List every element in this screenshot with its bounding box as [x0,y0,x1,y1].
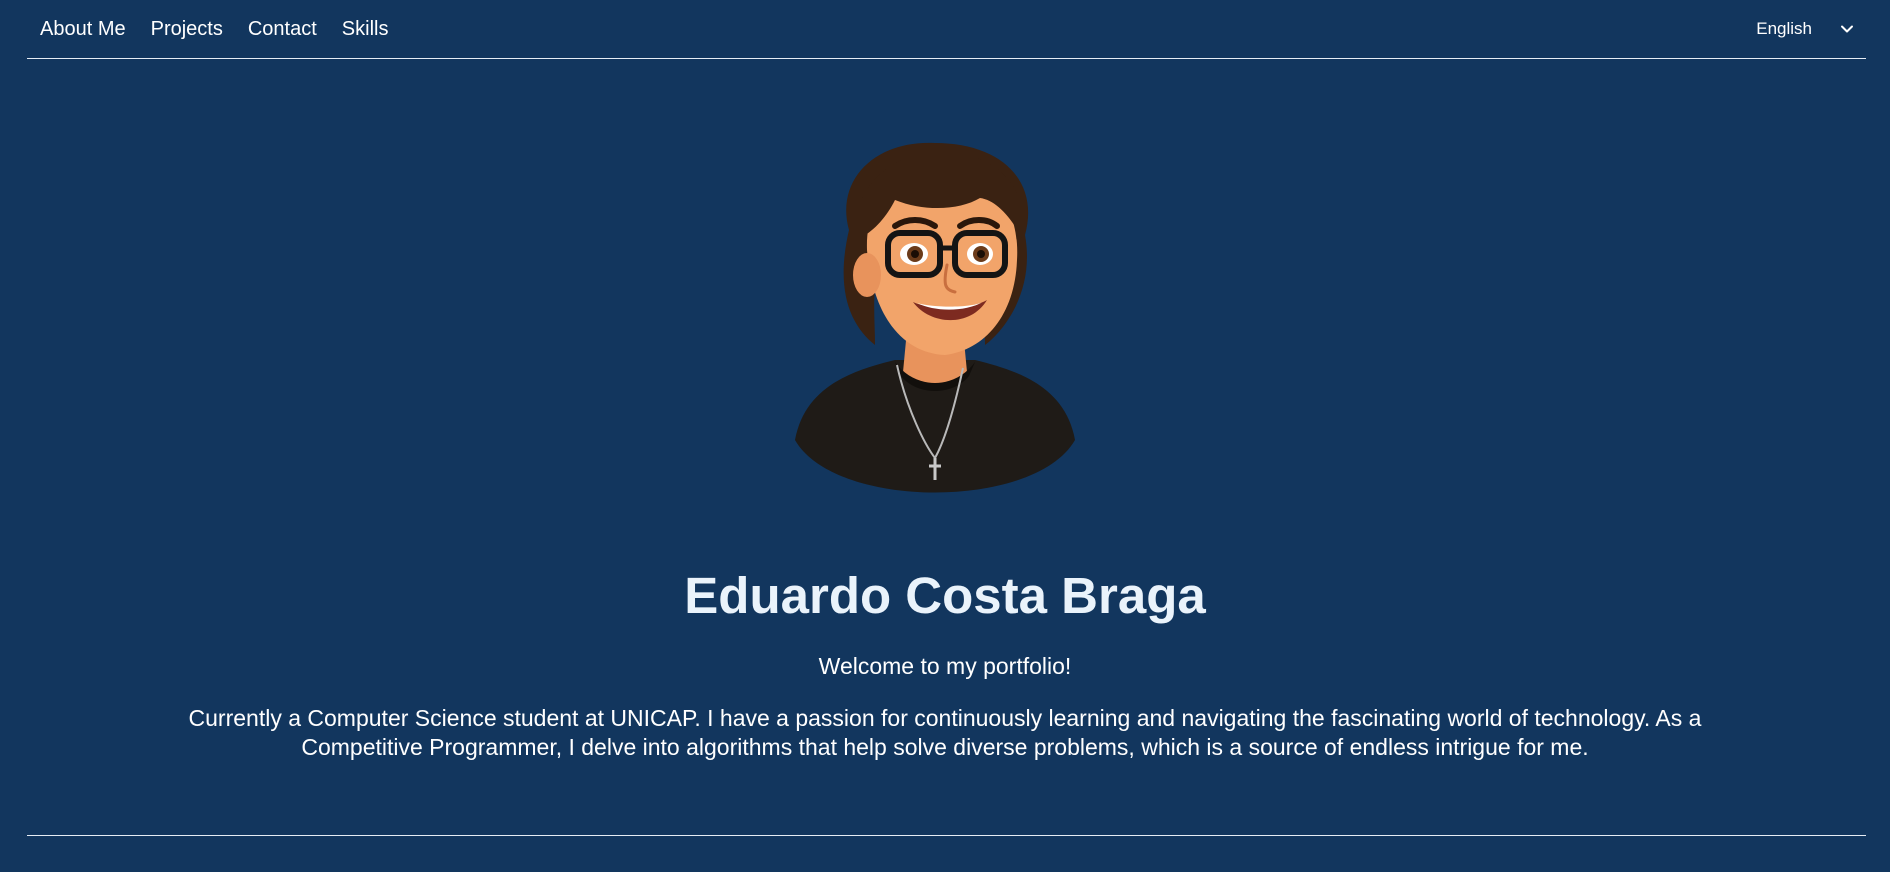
welcome-text: Welcome to my portfolio! [818,653,1072,679]
page-title: Eduardo Costa Braga [684,567,1206,624]
section-divider [27,835,1866,836]
nav-link-about-me[interactable]: About Me [40,18,126,40]
language-select-value: English [1756,19,1812,38]
nav-link-projects[interactable]: Projects [151,18,223,40]
nav-links: About Me Projects Contact Skills [40,18,388,40]
nav-link-contact[interactable]: Contact [248,18,317,40]
bio-text: Currently a Computer Science student at … [188,705,1702,760]
avatar [795,142,1075,493]
language-select[interactable]: English [1756,18,1854,40]
top-navbar: About Me Projects Contact Skills English [27,0,1866,59]
nav-link-skills[interactable]: Skills [342,18,389,40]
chevron-down-icon [1841,25,1853,33]
